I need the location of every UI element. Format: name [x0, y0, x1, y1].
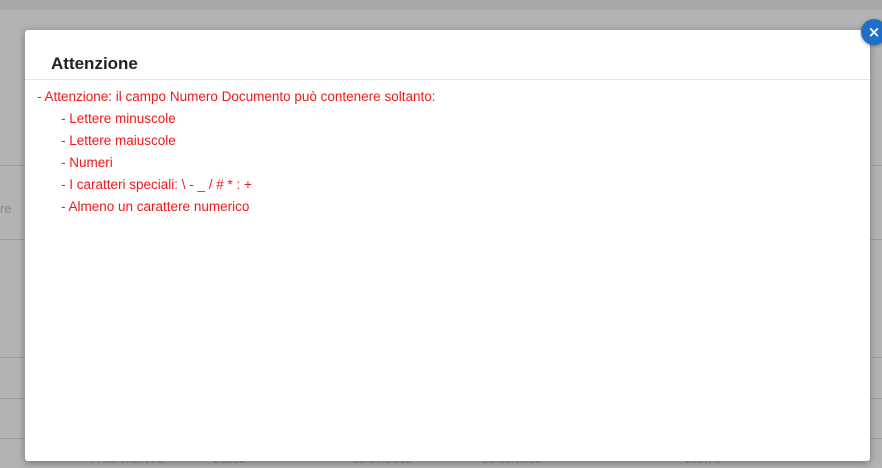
- attention-modal: Attenzione - Attenzione: il campo Numero…: [25, 30, 870, 461]
- rule-one-numeric: - Almeno un carattere numerico: [61, 199, 250, 214]
- close-button[interactable]: ×: [861, 19, 882, 45]
- rule-numbers: - Numeri: [61, 155, 113, 170]
- rule-special-chars: - I caratteri speciali: \ - _ / # * : +: [61, 177, 252, 192]
- validation-message: - Attenzione: il campo Numero Documento …: [37, 89, 436, 104]
- background-top-bar: [0, 0, 882, 10]
- modal-title: Attenzione: [51, 54, 138, 73]
- validation-rules-list: - Lettere minuscole - Lettere maiuscole …: [37, 108, 870, 218]
- rule-lowercase: - Lettere minuscole: [61, 111, 176, 126]
- close-icon: ×: [867, 23, 881, 41]
- modal-header: Attenzione: [25, 30, 870, 80]
- background-text-fragment: re: [0, 201, 12, 216]
- rule-uppercase: - Lettere maiuscole: [61, 133, 176, 148]
- modal-body: - Attenzione: il campo Numero Documento …: [25, 80, 870, 218]
